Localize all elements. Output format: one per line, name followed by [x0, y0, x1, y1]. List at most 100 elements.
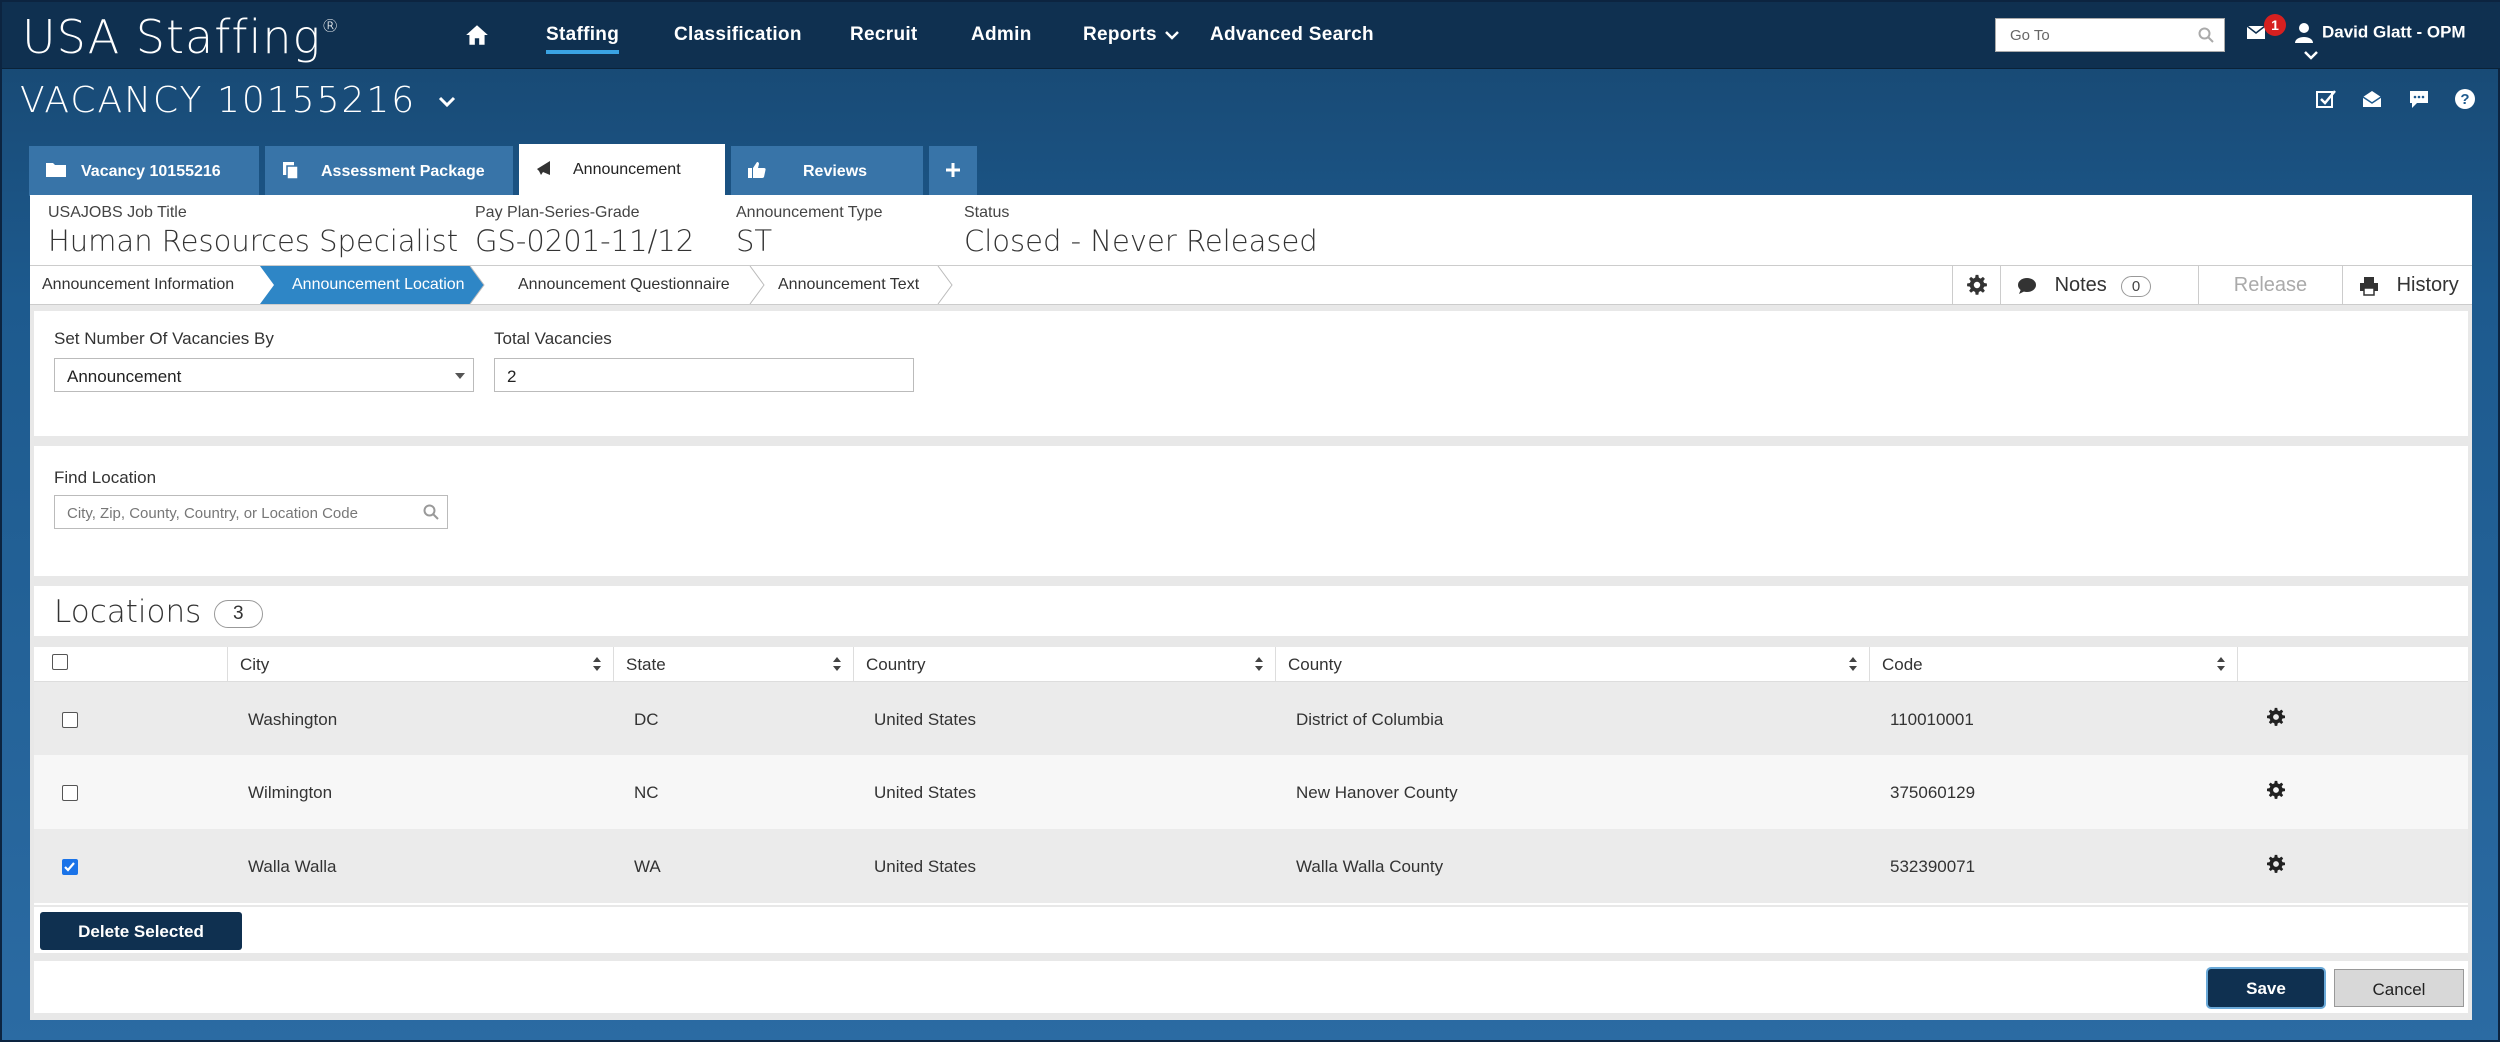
settings-button[interactable]: [1952, 266, 2000, 304]
megaphone-icon: [537, 161, 550, 175]
announcement-type-field: Announcement Type ST: [736, 204, 882, 258]
find-location-label: Find Location: [54, 468, 157, 487]
city-cell: Wilmington: [248, 783, 333, 802]
col-city[interactable]: City: [228, 647, 614, 681]
save-button[interactable]: Save: [2208, 969, 2324, 1007]
row-checkbox[interactable]: [62, 859, 78, 875]
goto-input[interactable]: Go To: [1995, 18, 2225, 52]
sort-icon: [1849, 657, 1857, 671]
checkmark-icon: [64, 862, 75, 872]
ppsg-field: Pay Plan-Series-Grade GS-0201-11/12: [475, 204, 694, 258]
job-title-field: USAJOBS Job Title Human Resources Specia…: [48, 204, 458, 258]
comment-icon[interactable]: [2408, 88, 2430, 115]
status-field: Status Closed - Never Released: [964, 204, 1318, 258]
col-county[interactable]: County: [1276, 647, 1870, 681]
tab-vacancy[interactable]: Vacancy 10155216: [29, 146, 259, 196]
status-label: Status: [964, 204, 1010, 221]
svg-text:?: ?: [2460, 91, 2469, 108]
history-button[interactable]: History: [2342, 266, 2472, 304]
release-button[interactable]: Release: [2198, 266, 2342, 304]
nav-staffing[interactable]: Staffing: [546, 24, 620, 54]
find-location-input[interactable]: City, Zip, County, Country, or Location …: [54, 495, 448, 529]
folder-icon: [46, 163, 66, 177]
step-announcement-information[interactable]: Announcement Information: [42, 266, 234, 304]
notes-count: 0: [2120, 276, 2152, 297]
row-checkbox[interactable]: [62, 712, 78, 728]
cancel-button[interactable]: Cancel: [2334, 969, 2464, 1007]
comment-icon: [2018, 277, 2036, 294]
notes-button[interactable]: Notes 0: [2000, 266, 2198, 304]
state-cell: NC: [634, 783, 659, 802]
top-navigation: USA Staffing® Staffing Classification Re…: [2, 2, 2500, 69]
col-state[interactable]: State: [614, 647, 854, 681]
plus-icon: [946, 163, 960, 177]
gear-icon[interactable]: [2266, 707, 2286, 727]
code-cell: 375060129: [1890, 783, 1976, 802]
tab-assessment-package[interactable]: Assessment Package: [265, 146, 513, 196]
col-code[interactable]: Code: [1870, 647, 2238, 681]
table-row[interactable]: Wilmington NC United States New Hanover …: [34, 755, 2468, 829]
table-row[interactable]: Walla Walla WA United States Walla Walla…: [34, 829, 2468, 903]
search-icon: [2198, 27, 2214, 43]
thumbs-up-icon: [748, 162, 766, 178]
vacancy-toolbar: ?: [2295, 88, 2476, 115]
sort-icon: [2217, 657, 2225, 671]
county-cell: District of Columbia: [1296, 710, 1444, 729]
user-menu[interactable]: David Glatt - OPM: [2294, 22, 2500, 64]
nav-classification[interactable]: Classification: [674, 24, 802, 46]
country-cell: United States: [874, 857, 977, 876]
home-icon[interactable]: [464, 22, 490, 48]
vacancy-title[interactable]: VACANCY 10155216: [20, 80, 456, 121]
nav-recruit[interactable]: Recruit: [850, 24, 918, 46]
job-title-value: Human Resources Specialist: [48, 224, 459, 258]
ppsg-label: Pay Plan-Series-Grade: [475, 204, 640, 221]
envelope-open-icon[interactable]: [2361, 88, 2383, 115]
sort-icon: [833, 657, 841, 671]
vacancies-by-select[interactable]: Announcement: [54, 358, 474, 392]
announcement-steps: Announcement Information Announcement Lo…: [30, 265, 2472, 305]
delete-selected-button[interactable]: Delete Selected: [40, 912, 242, 950]
print-icon: [2360, 276, 2378, 296]
country-cell: United States: [874, 783, 977, 802]
help-icon[interactable]: ?: [2454, 88, 2476, 115]
total-vacancies-input[interactable]: 2: [494, 358, 914, 392]
city-cell: Walla Walla: [248, 857, 337, 876]
announcement-type-value: ST: [736, 224, 773, 258]
gear-icon[interactable]: [2266, 780, 2286, 800]
step-announcement-location[interactable]: Announcement Location: [292, 266, 465, 304]
add-tab-button[interactable]: [929, 146, 977, 196]
announcement-type-label: Announcement Type: [736, 204, 883, 221]
notes-label: Notes: [2054, 274, 2107, 296]
step-announcement-text[interactable]: Announcement Text: [778, 266, 919, 304]
gear-icon[interactable]: [2266, 854, 2286, 874]
nav-reports[interactable]: Reports: [1083, 24, 1179, 46]
copy-icon: [283, 162, 299, 180]
find-location-card: Find Location City, Zip, County, Country…: [34, 446, 2468, 576]
state-cell: DC: [634, 710, 659, 729]
vacancies-card: Set Number Of Vacancies By Announcement …: [34, 311, 2468, 436]
locations-table: City State Country County Code Washingto…: [34, 647, 2468, 905]
select-all-checkbox[interactable]: [52, 654, 68, 670]
step-announcement-questionnaire[interactable]: Announcement Questionnaire: [518, 266, 730, 304]
logo[interactable]: USA Staffing®: [22, 10, 340, 64]
app-window: USA Staffing® Staffing Classification Re…: [0, 0, 2500, 1042]
mail-badge: 1: [2264, 14, 2286, 36]
search-icon: [423, 504, 439, 520]
table-row[interactable]: Washington DC United States District of …: [34, 681, 2468, 755]
locations-count: 3: [214, 600, 263, 628]
county-cell: New Hanover County: [1296, 783, 1458, 802]
checkbox-task-icon[interactable]: [2315, 88, 2337, 115]
chevron-down-icon: [1165, 31, 1179, 40]
sort-icon: [593, 657, 601, 671]
job-title-label: USAJOBS Job Title: [48, 204, 187, 221]
nav-advanced-search[interactable]: Advanced Search: [1210, 24, 1374, 46]
total-vacancies-label: Total Vacancies: [494, 329, 612, 348]
code-cell: 110010001: [1890, 710, 1974, 729]
col-country[interactable]: Country: [854, 647, 1276, 681]
state-cell: WA: [634, 857, 661, 876]
gear-icon: [1967, 274, 1987, 295]
row-checkbox[interactable]: [62, 785, 78, 801]
nav-admin[interactable]: Admin: [971, 24, 1032, 46]
tab-reviews[interactable]: Reviews: [731, 146, 923, 196]
tab-announcement[interactable]: Announcement: [519, 144, 725, 197]
